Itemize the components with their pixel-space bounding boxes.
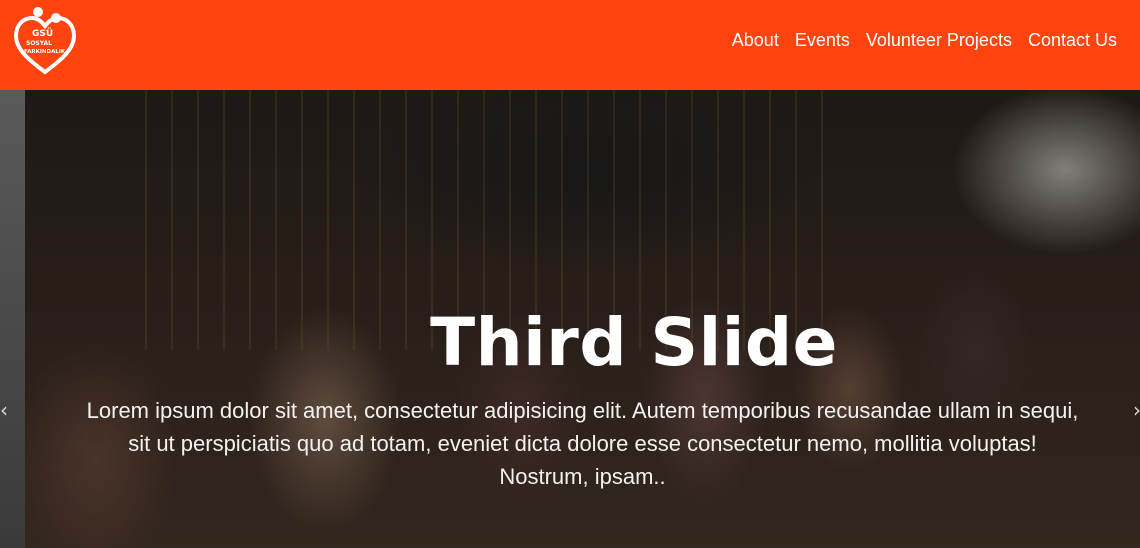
navbar: GSÜ SOSYAL FARKINDALIK About Events Volu…: [0, 0, 1140, 90]
nav-item-events[interactable]: Events: [795, 29, 850, 51]
chevron-right-icon[interactable]: ›: [1133, 398, 1140, 422]
nav-item-volunteer-projects[interactable]: Volunteer Projects: [866, 29, 1012, 51]
slide-caption: Third Slide Lorem ipsum dolor sit amet, …: [25, 300, 1140, 493]
svg-text:GSÜ: GSÜ: [32, 28, 53, 39]
chevron-left-icon[interactable]: ‹: [0, 398, 8, 422]
slide-title: Third Slide: [430, 304, 838, 381]
previous-slide-edge: [0, 90, 25, 548]
nav-item-contact-us[interactable]: Contact Us: [1028, 29, 1117, 51]
svg-text:SOSYAL: SOSYAL: [26, 40, 52, 47]
svg-text:FARKINDALIK: FARKINDALIK: [24, 49, 66, 55]
slide-text: Lorem ipsum dolor sit amet, consectetur …: [86, 398, 1079, 489]
main-nav: About Events Volunteer Projects Contact …: [732, 29, 1117, 51]
nav-item-about[interactable]: About: [732, 29, 779, 51]
heart-people-logo-icon: GSÜ SOSYAL FARKINDALIK: [13, 7, 77, 75]
brand-logo[interactable]: GSÜ SOSYAL FARKINDALIK: [12, 4, 78, 78]
hero-carousel[interactable]: ‹ › Third Slide Lorem ipsum dolor sit am…: [0, 90, 1140, 548]
